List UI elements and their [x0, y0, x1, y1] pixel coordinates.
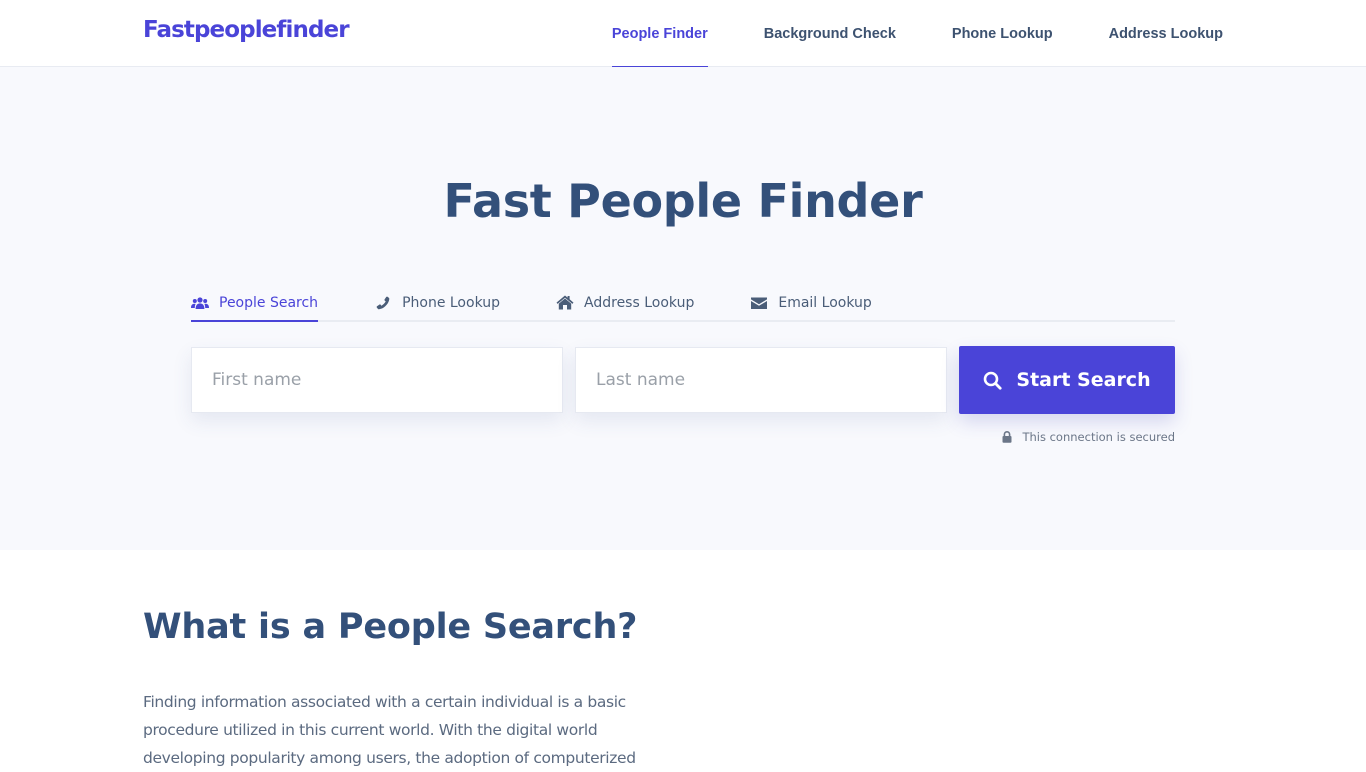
tab-label: Phone Lookup	[402, 294, 501, 311]
section-title: What is a People Search?	[143, 607, 638, 647]
phone-icon	[374, 296, 392, 310]
search-icon	[983, 371, 1002, 390]
nav-phone-lookup[interactable]: Phone Lookup	[952, 0, 1053, 67]
tab-email-lookup[interactable]: Email Lookup	[750, 285, 872, 320]
last-name-input[interactable]	[575, 347, 947, 413]
tab-label: Email Lookup	[778, 294, 872, 311]
secured-notice: This connection is secured	[1002, 430, 1175, 444]
first-name-input[interactable]	[191, 347, 563, 413]
tab-label: Address Lookup	[584, 294, 695, 311]
nav-background-check[interactable]: Background Check	[764, 0, 896, 67]
users-icon	[191, 296, 209, 310]
hero-section: Fast People Finder People Search Phone L…	[0, 67, 1366, 550]
start-search-button[interactable]: Start Search	[959, 346, 1175, 414]
tab-phone-lookup[interactable]: Phone Lookup	[374, 285, 500, 320]
paragraph-line: procedure utilized in this current world…	[143, 721, 598, 739]
section-paragraph: Finding information associated with a ce…	[143, 688, 653, 772]
start-search-label: Start Search	[1016, 369, 1151, 391]
site-header: Fastpeoplefinder People Finder Backgroun…	[0, 0, 1366, 68]
search-tabs: People Search Phone Lookup Address Looku…	[191, 285, 1175, 322]
main-nav: People Finder Background Check Phone Loo…	[556, 0, 1223, 68]
nav-people-finder[interactable]: People Finder	[611, 0, 708, 68]
tab-people-search[interactable]: People Search	[191, 285, 319, 322]
lock-icon	[1002, 431, 1012, 443]
tab-label: People Search	[219, 294, 319, 311]
secured-text: This connection is secured	[1022, 430, 1175, 444]
tab-address-lookup[interactable]: Address Lookup	[556, 285, 694, 320]
paragraph-line: Finding information associated with a ce…	[143, 693, 626, 711]
home-icon	[556, 295, 574, 310]
nav-address-lookup[interactable]: Address Lookup	[1109, 0, 1223, 67]
page-title: Fast People Finder	[443, 174, 923, 228]
envelope-icon	[750, 296, 768, 310]
logo[interactable]: Fastpeoplefinder	[143, 17, 350, 43]
